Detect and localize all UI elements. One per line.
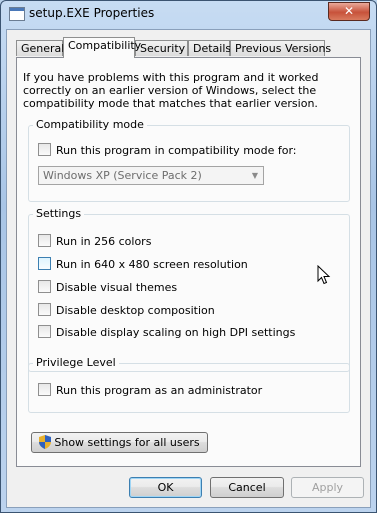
properties-window: setup.EXE Properties ✕ General Compatibi…	[0, 0, 377, 513]
option-label: Run in 640 x 480 screen resolution	[56, 258, 248, 271]
close-button[interactable]: ✕	[328, 2, 370, 21]
chevron-down-icon: ▼	[251, 171, 258, 180]
settings-title: Settings	[33, 207, 85, 220]
compat-mode-label: Run this program in compatibility mode f…	[56, 144, 297, 157]
tab-general[interactable]: General	[16, 40, 64, 56]
tab-previous-versions[interactable]: Previous Versions	[230, 40, 331, 56]
option-256-colors[interactable]: Run in 256 colors	[38, 234, 151, 248]
window-icon	[9, 7, 25, 21]
option-label: Disable visual themes	[56, 281, 178, 294]
checkbox-box[interactable]	[38, 325, 51, 338]
checkbox-box[interactable]	[38, 383, 51, 396]
checkbox-box[interactable]	[38, 303, 51, 316]
compatibility-panel: If you have problems with this program a…	[16, 57, 361, 467]
checkbox-box[interactable]	[38, 257, 51, 270]
compat-mode-select: Windows XP (Service Pack 2) ▼	[38, 166, 264, 185]
option-disable-desktop-composition[interactable]: Disable desktop composition	[38, 303, 215, 317]
option-disable-dpi-scaling[interactable]: Disable display scaling on high DPI sett…	[38, 325, 295, 339]
option-disable-visual-themes[interactable]: Disable visual themes	[38, 280, 177, 294]
tab-compatibility[interactable]: Compatibility	[63, 37, 141, 58]
option-label: Run in 256 colors	[56, 235, 152, 248]
run-as-admin-checkbox[interactable]: Run this program as an administrator	[38, 383, 262, 397]
window-title: setup.EXE Properties	[29, 6, 155, 20]
title-bar[interactable]: setup.EXE Properties ✕	[1, 1, 376, 27]
compatibility-mode-group: Compatibility mode Run this program in c…	[28, 118, 350, 202]
run-as-admin-label: Run this program as an administrator	[56, 384, 263, 397]
compat-mode-select-value: Windows XP (Service Pack 2)	[43, 169, 202, 182]
ok-button[interactable]: OK	[129, 477, 202, 498]
compat-mode-checkbox[interactable]: Run this program in compatibility mode f…	[38, 143, 297, 157]
uac-shield-icon	[39, 435, 52, 449]
checkbox-box[interactable]	[38, 143, 51, 156]
mouse-cursor-icon	[317, 265, 331, 285]
option-label: Disable display scaling on high DPI sett…	[56, 326, 296, 339]
cancel-button[interactable]: Cancel	[210, 477, 284, 498]
show-settings-label: Show settings for all users	[54, 436, 200, 449]
tab-details[interactable]: Details	[188, 40, 231, 56]
intro-text: If you have problems with this program a…	[23, 71, 319, 110]
privilege-level-title: Privilege Level	[33, 356, 119, 369]
tab-security[interactable]: Security	[135, 40, 188, 56]
close-icon: ✕	[343, 4, 355, 18]
checkbox-box[interactable]	[38, 234, 51, 247]
show-settings-all-users-button[interactable]: Show settings for all users	[31, 432, 208, 453]
option-label: Disable desktop composition	[56, 304, 215, 317]
settings-group: Settings Run in 256 colors Run in 640 x …	[28, 207, 350, 372]
option-640x480[interactable]: Run in 640 x 480 screen resolution	[38, 257, 248, 271]
compatibility-mode-title: Compatibility mode	[33, 118, 147, 131]
apply-button[interactable]: Apply	[291, 477, 364, 498]
checkbox-box[interactable]	[38, 280, 51, 293]
privilege-level-group: Privilege Level Run this program as an a…	[28, 356, 350, 413]
